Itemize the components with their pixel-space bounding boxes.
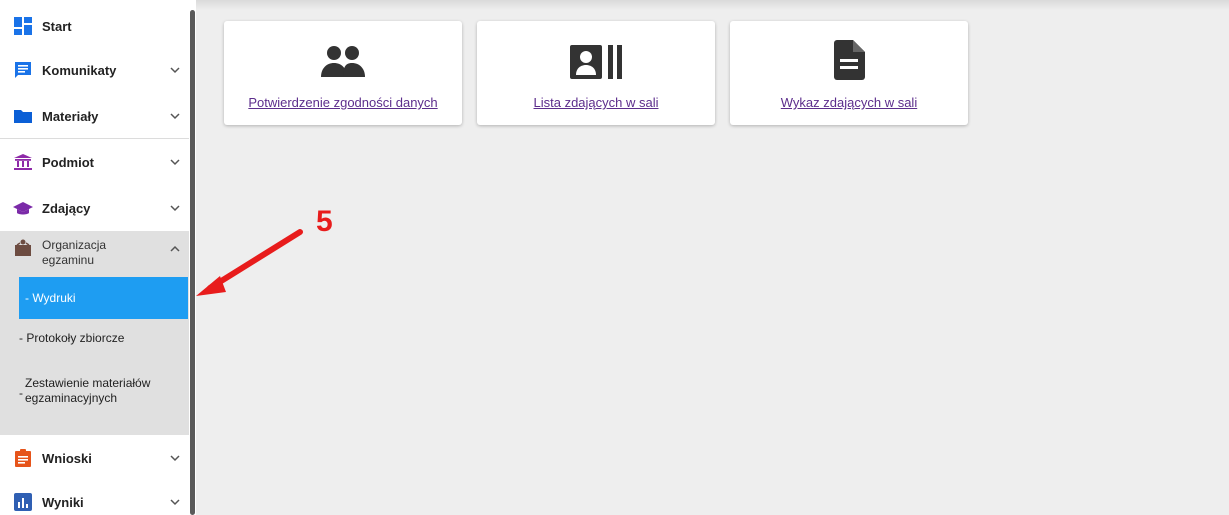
annotation-number: 5 — [316, 205, 333, 238]
card-lista[interactable]: Lista zdających w sali — [477, 21, 715, 125]
sidebar-item-label: Organizacja egzaminu — [42, 238, 107, 267]
sidebar-item-zdajacy[interactable]: Zdający — [0, 196, 189, 220]
submenu-item-protokoly[interactable]: - Protokoły zbiorcze — [19, 331, 188, 351]
card-link[interactable]: Lista zdających w sali — [477, 95, 715, 110]
chevron-up-icon — [170, 245, 180, 252]
sidebar-item-materialy[interactable]: Materiały — [0, 104, 189, 128]
card-wykaz[interactable]: Wykaz zdających w sali — [730, 21, 968, 125]
document-icon — [730, 40, 968, 81]
sidebar-item-wyniki[interactable]: Wyniki — [0, 490, 189, 514]
sidebar-item-organizacja-egzaminu[interactable]: Organizacja egzaminu — [0, 236, 189, 272]
submenu-item-zestawienie[interactable]: - Zestawienie materiałów egzaminacyjnych — [19, 376, 188, 410]
graduation-cap-icon — [13, 198, 33, 218]
chevron-down-icon — [170, 113, 180, 120]
top-shadow — [196, 0, 1229, 10]
bar-chart-icon — [13, 492, 33, 512]
clipboard-icon — [13, 448, 33, 468]
annotation-arrow — [196, 229, 303, 296]
people-icon — [224, 43, 462, 81]
dashboard-icon — [13, 16, 33, 36]
sidebar-item-label: Wnioski — [42, 450, 92, 466]
chevron-down-icon — [170, 67, 180, 74]
sidebar-item-label: Zdający — [42, 200, 91, 216]
sidebar: Start Komunikaty Materiały Podmiot Zdają… — [0, 0, 189, 515]
divider — [0, 138, 189, 139]
sidebar-item-komunikaty[interactable]: Komunikaty — [0, 58, 189, 82]
sidebar-item-podmiot[interactable]: Podmiot — [0, 150, 189, 174]
sidebar-item-label: Start — [42, 18, 72, 34]
folder-icon — [13, 106, 33, 126]
sidebar-item-label: Podmiot — [42, 154, 94, 170]
sidebar-item-wnioski[interactable]: Wnioski — [0, 446, 189, 470]
sidebar-item-label: Komunikaty — [42, 62, 117, 78]
sidebar-item-start[interactable]: Start — [0, 16, 189, 36]
message-icon — [13, 60, 33, 80]
chevron-down-icon — [170, 455, 180, 462]
contact-list-icon — [477, 43, 715, 81]
chevron-down-icon — [170, 205, 180, 212]
chevron-down-icon — [170, 499, 180, 506]
card-link[interactable]: Potwierdzenie zgodności danych — [224, 95, 462, 110]
chevron-down-icon — [170, 159, 180, 166]
institution-icon — [13, 152, 33, 172]
card-potwierdzenie[interactable]: Potwierdzenie zgodności danych — [224, 21, 462, 125]
box-icon — [13, 238, 33, 258]
sidebar-item-label: Materiały — [42, 108, 99, 124]
sidebar-item-label: Wyniki — [42, 494, 84, 510]
submenu-item-wydruki[interactable]: - Wydruki — [19, 277, 188, 319]
card-link[interactable]: Wykaz zdających w sali — [730, 95, 968, 110]
